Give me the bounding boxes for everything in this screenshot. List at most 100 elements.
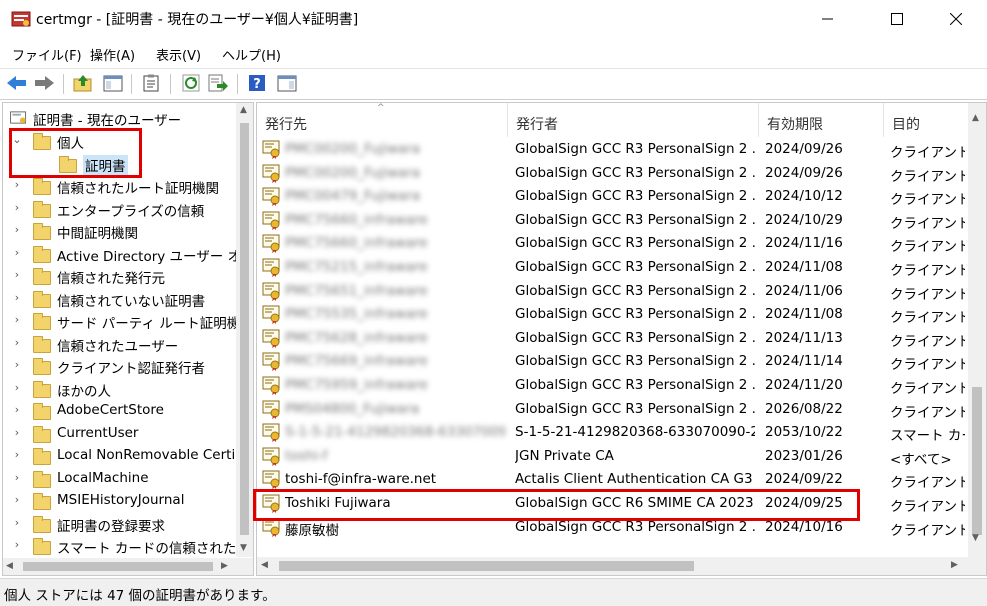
tree-item[interactable]: › Local NonRemovable Certi [3,445,235,467]
up-folder-button[interactable] [72,72,94,94]
expand-chevron-down-icon[interactable]: ⌄ [11,133,23,146]
table-row[interactable]: 藤原敏樹 GlobalSign GCC R3 PersonalSign 2 ...… [257,516,965,539]
certmgr-app-icon[interactable] [11,10,31,28]
maximize-button[interactable] [874,0,920,38]
column-issued-to-label: 発行先 [265,117,307,133]
scroll-down-icon[interactable]: ▼ [972,533,979,543]
list-hscroll-thumb[interactable] [279,561,694,571]
tree-vertical-scrollbar[interactable]: ▲ ▼ [236,103,253,557]
expand-chevron-right-icon[interactable]: › [11,493,23,506]
expand-chevron-right-icon[interactable]: › [11,201,23,214]
expand-chevron-right-icon[interactable]: › [11,291,23,304]
table-row[interactable]: PMC75959_infraware GlobalSign GCC R3 Pers… [257,374,965,397]
tree-item[interactable]: › Active Directory ユーザー オブ [3,243,253,265]
export-list-button[interactable] [207,72,229,94]
column-expiration[interactable]: 有効期限 [759,103,884,137]
folder-icon [33,380,51,398]
expand-chevron-right-icon[interactable]: › [11,381,23,394]
tree-item[interactable]: › AdobeCertStore [3,400,229,422]
back-button[interactable] [6,72,28,94]
folder-icon [33,358,51,375]
show-hide-tree-button[interactable] [102,72,124,94]
table-row[interactable]: PMC75660_infraware GlobalSign GCC R3 Pers… [257,209,965,232]
tree-item[interactable]: › ほかの人 [3,378,229,400]
tree-item[interactable]: › MSIEHistoryJournal [3,490,229,512]
tree-item[interactable]: › 信頼された発行元 [3,265,229,287]
list-vertical-scrollbar[interactable]: ▲ ▼ [968,103,986,557]
forward-button[interactable] [34,72,56,94]
tree-scroll-thumb[interactable] [240,123,249,535]
expand-chevron-right-icon[interactable]: › [11,268,23,281]
cell-purpose: クライアント認 [890,239,965,256]
menu-action[interactable]: 操作(A) [90,45,135,64]
table-row[interactable]: toshi-f JGN Private CA 2023/01/26 <すべて> [257,445,965,468]
tree-item[interactable]: › 信頼されたユーザー [3,333,229,355]
column-issued-to[interactable]: 発行先 ^ [257,103,508,137]
refresh-button[interactable] [180,72,202,94]
certificate-icon [262,447,280,466]
properties-button[interactable] [140,72,162,94]
menu-help[interactable]: ヘルプ(H) [222,45,281,64]
tree-item[interactable]: › 信頼されていない証明書 [3,288,229,310]
close-button[interactable] [933,0,979,38]
expand-chevron-right-icon[interactable]: › [11,426,23,439]
tree-item[interactable]: › 信頼されたルート証明機関 [3,175,229,197]
table-row[interactable]: PMS04800_Fujiwara GlobalSign GCC R3 Perso… [257,398,965,421]
table-row[interactable]: PMC75215_infraware GlobalSign GCC R3 Pers… [257,256,965,279]
tree-item[interactable]: › エンタープライズの信頼 [3,198,229,220]
minimize-button[interactable] [805,0,851,38]
column-purpose[interactable]: 目的 [884,103,966,137]
cell-issuer: GlobalSign GCC R6 SMIME CA 2023 [515,495,754,511]
table-row[interactable]: PMC75660_infraware GlobalSign GCC R3 Pers… [257,232,965,255]
scroll-up-icon[interactable]: ▲ [240,105,247,115]
scroll-right-icon[interactable]: ▶ [951,560,958,570]
menu-file[interactable]: ファイル(F) [12,45,82,64]
table-row[interactable]: toshi-f@infra-ware.net Actalis Client Aut… [257,468,965,491]
expand-chevron-right-icon[interactable]: › [11,223,23,236]
expand-chevron-right-icon[interactable]: › [11,516,23,529]
column-issuer[interactable]: 発行者 [508,103,759,137]
table-row[interactable]: PMC75669_infraware GlobalSign GCC R3 Pers… [257,350,965,373]
tree-item-label: クライアント認証発行者 [57,361,205,377]
expand-chevron-right-icon[interactable]: › [11,358,23,371]
table-row[interactable]: PMC00200_Fujiwara GlobalSign GCC R3 Perso… [257,138,965,161]
menu-view[interactable]: 表示(V) [156,45,201,64]
list-horizontal-scrollbar[interactable]: ◀ ▶ [257,557,986,575]
scroll-up-icon[interactable]: ▲ [972,113,979,123]
tree-item[interactable]: › 証明書の登録要求 [3,513,229,535]
expand-chevron-right-icon[interactable]: › [11,336,23,349]
table-row[interactable]: PMC00479_Fujiwara GlobalSign GCC R3 Perso… [257,185,965,208]
expand-chevron-right-icon[interactable]: › [11,313,23,326]
tree-item[interactable]: › CurrentUser [3,423,229,445]
tree-item[interactable]: ⌄ 個人 [3,130,229,152]
tree-item[interactable]: › クライアント認証発行者 [3,355,229,377]
scroll-left-icon[interactable]: ◀ [6,561,13,571]
tree-item[interactable]: 証明書 [3,153,229,175]
table-row[interactable]: PMC75651_infraware GlobalSign GCC R3 Pers… [257,280,965,303]
tree-item[interactable]: › スマート カードの信頼されたルー [3,535,253,557]
table-row[interactable]: PMC75535_infraware GlobalSign GCC R3 Pers… [257,303,965,326]
list-scroll-thumb[interactable] [972,387,982,535]
expand-chevron-right-icon[interactable]: › [11,246,23,259]
show-hide-action-pane-button[interactable] [276,72,298,94]
tree-item[interactable]: › サード パーティ ルート証明機関 [3,310,253,332]
tree-root[interactable]: 証明書 - 現在のユーザー [3,107,229,129]
expand-chevron-right-icon[interactable]: › [11,471,23,484]
tree-horizontal-scrollbar[interactable]: ◀ ▶ [3,558,253,575]
table-row[interactable]: Toshiki Fujiwara GlobalSign GCC R6 SMIME … [257,492,965,515]
table-row[interactable]: PMC75628_infraware GlobalSign GCC R3 Pers… [257,327,965,350]
expand-chevron-right-icon[interactable]: › [11,178,23,191]
expand-chevron-right-icon[interactable]: › [11,538,23,551]
scroll-right-icon[interactable]: ▶ [221,561,228,571]
tree-item[interactable]: › 中間証明機関 [3,220,229,242]
table-row[interactable]: S-1-5-21-4129820368-633070090- S-1-5-21-4… [257,421,965,444]
expand-chevron-right-icon[interactable]: › [11,403,23,416]
export-list-icon [208,74,228,92]
table-row[interactable]: PMC00200_Fujiwara GlobalSign GCC R3 Perso… [257,162,965,185]
help-button[interactable]: ? [246,72,268,94]
tree-hscroll-thumb[interactable] [23,562,213,571]
scroll-down-icon[interactable]: ▼ [240,543,247,553]
tree-item[interactable]: › LocalMachine [3,468,229,490]
scroll-left-icon[interactable]: ◀ [261,560,268,570]
expand-chevron-right-icon[interactable]: › [11,448,23,461]
